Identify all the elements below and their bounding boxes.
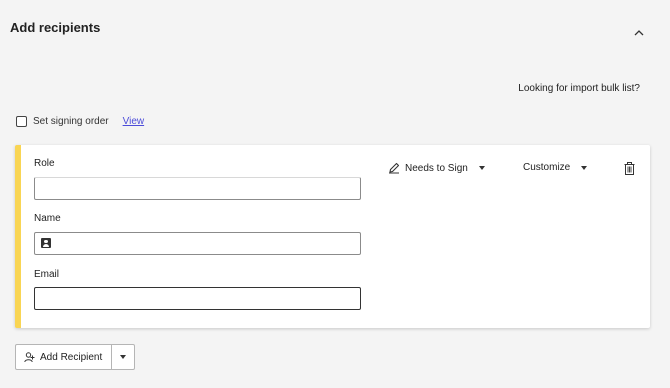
role-field[interactable] <box>34 177 361 200</box>
name-field[interactable] <box>34 232 361 255</box>
person-add-icon <box>24 351 35 362</box>
customize-label: Customize <box>523 162 571 173</box>
caret-down-icon <box>120 355 127 359</box>
caret-down-icon <box>581 165 588 170</box>
add-recipient-button[interactable]: Add Recipient <box>16 345 113 369</box>
chevron-up-icon <box>634 30 644 36</box>
import-bulk-list-link[interactable]: Looking for import bulk list? <box>518 83 640 94</box>
signer-action-dropdown[interactable]: Needs to Sign <box>388 162 485 174</box>
add-recipient-label: Add Recipient <box>40 351 103 363</box>
recipient-card: Role Name Email Needs to Sign Customize <box>15 145 650 328</box>
section-title: Add recipients <box>10 20 101 35</box>
delete-recipient-button[interactable] <box>624 162 635 180</box>
add-recipient-menu-button[interactable] <box>112 345 134 369</box>
signing-order-label: Set signing order <box>33 116 109 127</box>
contact-card-icon <box>41 238 51 248</box>
caret-down-icon <box>478 166 485 170</box>
view-link[interactable]: View <box>123 116 145 127</box>
name-label: Name <box>34 213 61 224</box>
signing-order-row: Set signing order View <box>16 116 144 127</box>
email-label: Email <box>34 269 60 280</box>
customize-dropdown[interactable]: Customize <box>523 162 588 173</box>
signing-order-checkbox[interactable] <box>16 116 27 127</box>
pen-icon <box>389 162 400 174</box>
collapse-button[interactable] <box>630 24 648 42</box>
add-recipient-group: Add Recipient <box>15 344 136 370</box>
signer-action-label: Needs to Sign <box>405 162 468 174</box>
role-label: Role <box>34 158 55 169</box>
email-field[interactable] <box>34 287 361 310</box>
trash-icon <box>624 162 635 175</box>
